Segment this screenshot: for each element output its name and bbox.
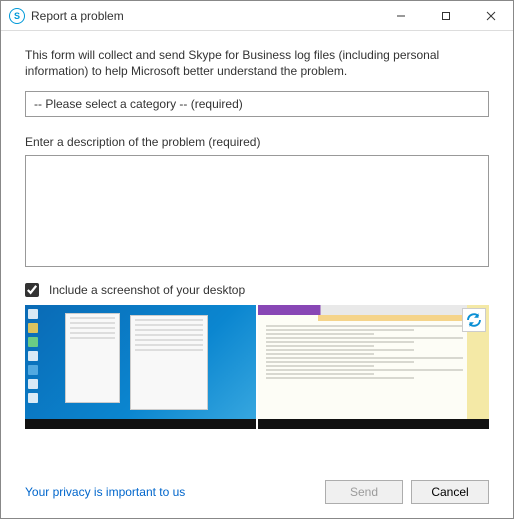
minimize-button[interactable] bbox=[378, 1, 423, 30]
include-screenshot-label: Include a screenshot of your desktop bbox=[49, 283, 245, 297]
close-button[interactable] bbox=[468, 1, 513, 30]
cancel-button[interactable]: Cancel bbox=[411, 480, 489, 504]
intro-text: This form will collect and send Skype fo… bbox=[25, 47, 489, 79]
refresh-icon bbox=[462, 308, 486, 332]
footer: Your privacy is important to us Send Can… bbox=[1, 472, 513, 518]
desktop-thumbnail-left bbox=[25, 305, 256, 429]
category-placeholder: -- Please select a category -- (required… bbox=[34, 97, 243, 111]
window-title: Report a problem bbox=[31, 9, 378, 23]
category-select[interactable]: -- Please select a category -- (required… bbox=[25, 91, 489, 117]
privacy-link[interactable]: Your privacy is important to us bbox=[25, 485, 185, 499]
description-label: Enter a description of the problem (requ… bbox=[25, 135, 489, 149]
send-button[interactable]: Send bbox=[325, 480, 403, 504]
skype-business-icon: S bbox=[9, 8, 25, 24]
form-content: This form will collect and send Skype fo… bbox=[1, 31, 513, 472]
description-input[interactable] bbox=[25, 155, 489, 267]
include-screenshot-row[interactable]: Include a screenshot of your desktop bbox=[25, 283, 489, 297]
desktop-thumbnail-right bbox=[258, 305, 489, 429]
titlebar: S Report a problem bbox=[1, 1, 513, 31]
include-screenshot-checkbox[interactable] bbox=[25, 283, 39, 297]
maximize-button[interactable] bbox=[423, 1, 468, 30]
screenshot-preview bbox=[25, 305, 489, 429]
window-controls bbox=[378, 1, 513, 30]
